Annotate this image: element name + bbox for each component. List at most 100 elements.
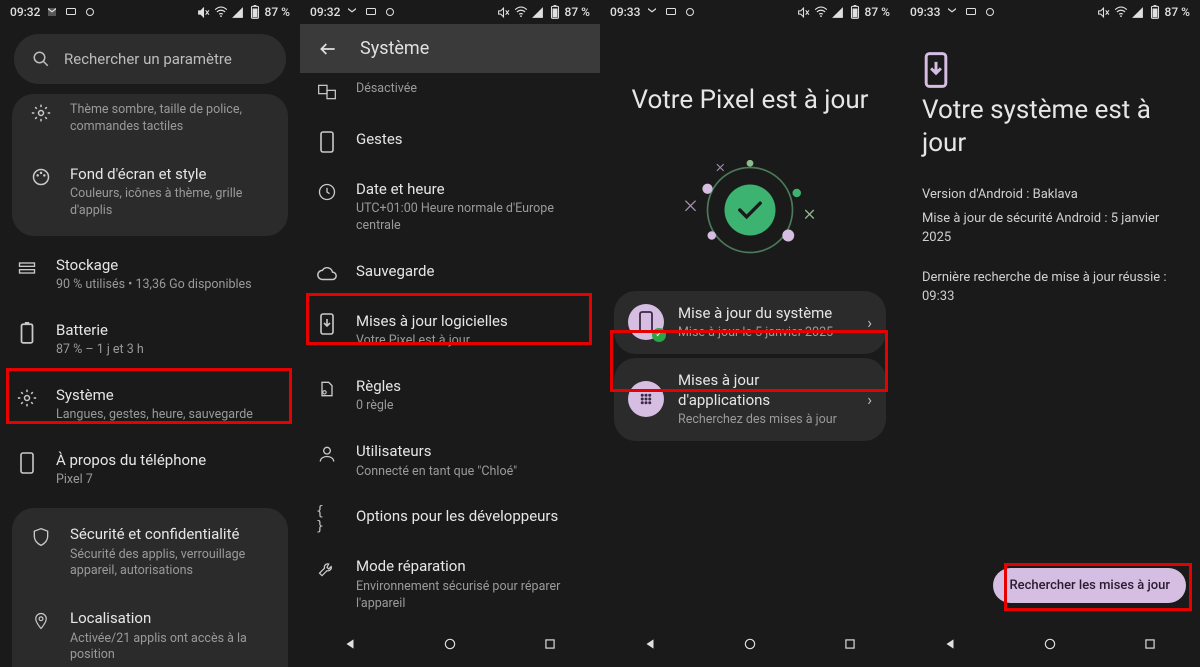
about-sub: Pixel 7 [56,472,284,489]
gmail-icon [645,5,659,19]
gmail-icon [45,5,59,19]
panel-system-update-detail: 09:33 87 % Votre système est à jour Vers… [900,0,1200,667]
camera-icon [83,5,97,19]
item-battery[interactable]: Batterie 87 % – 1 j et 3 h [0,307,300,372]
status-battery-pct: 87 % [565,5,590,19]
mute-icon [197,5,211,19]
back-arrow-icon[interactable] [318,39,338,59]
panel-system: 09:32 87 % Système Désactivée Gestes [300,0,600,667]
nav-recents[interactable] [541,635,559,653]
camera-icon [683,5,697,19]
wallpaper-sub: Couleurs, icônes à thème, grille d'appli… [70,186,270,220]
security-patch: Mise à jour de sécurité Android : 5 janv… [900,207,1200,250]
camera-icon [383,5,397,19]
item-sw-updates[interactable]: Mises à jour logicielles Votre Pixel est… [300,298,600,363]
chevron-right-icon: › [867,313,872,332]
status-time: 09:32 [10,5,40,19]
check-badge-icon: ✓ [652,328,666,342]
android-version: Version d'Android : Baklava [900,183,1200,207]
sysupdate-sub: Mise à jour le 5 janvier 2025 [678,325,853,342]
battery-icon [848,5,862,19]
item-datetime[interactable]: Date et heure UTC+01:00 Heure normale d'… [300,166,600,248]
phone-icon [16,452,38,474]
nav-recents[interactable] [841,635,859,653]
wallpaper-title: Fond d'écran et style [70,164,270,184]
users-sub: Connecté en tant que "Chloé" [356,464,584,481]
status-bar: 09:33 87 % [600,0,900,24]
item-gestures[interactable]: Gestes [300,116,600,166]
rules-sub: 0 règle [356,398,584,415]
nav-home[interactable] [741,635,759,653]
battery-title: Batterie [56,320,284,340]
status-bar: 09:32 87 % [300,0,600,24]
item-dev-options[interactable]: { } Options pour les développeurs [300,493,600,543]
translate-sub: Désactivée [356,81,584,98]
nav-home[interactable] [1041,635,1059,653]
message-icon [364,5,378,19]
battery-sub: 87 % – 1 j et 3 h [56,342,284,359]
status-battery-pct: 87 % [1165,5,1190,19]
mute-icon [497,5,511,19]
nav-home[interactable] [441,635,459,653]
updates-sub: Votre Pixel est à jour [356,333,584,350]
system-header: Système [300,24,600,73]
signal-icon [1131,5,1145,19]
status-battery-pct: 87 % [265,5,290,19]
camera-icon [983,5,997,19]
about-title: À propos du téléphone [56,450,284,470]
status-time: 09:33 [610,5,640,19]
wifi-icon [814,5,828,19]
nav-back[interactable] [941,635,959,653]
phone-download-icon: ✓ [628,304,664,340]
signal-icon [831,5,845,19]
screenshot-row: 09:32 87 % Rechercher un paramètre Thème… [0,0,1200,667]
rules-icon [316,378,338,400]
security-sub: Sécurité des applis, verrouillage appare… [70,547,270,581]
message-icon [64,5,78,19]
repair-sub: Environnement sécurisé pour réparer l'ap… [356,579,584,613]
location-title: Localisation [70,608,270,628]
item-about[interactable]: À propos du téléphone Pixel 7 [0,437,300,502]
item-users[interactable]: Utilisateurs Connecté en tant que "Chloé… [300,428,600,493]
download-icon [316,313,338,335]
card-app-updates[interactable]: Mises à jour d'applications Recherchez d… [614,358,886,441]
page-title: Système [360,38,429,59]
sysupdate-title: Mise à jour du système [678,303,853,323]
panel-settings-main: 09:32 87 % Rechercher un paramètre Thème… [0,0,300,667]
item-security[interactable]: Sécurité et confidentialité Sécurité des… [12,510,288,594]
cloud-icon [316,263,338,285]
phone-download-large-icon [922,52,954,84]
wifi-icon [514,5,528,19]
display-sub: Thème sombre, taille de police, commande… [70,102,270,136]
card-system-update[interactable]: ✓ Mise à jour du système Mise à jour le … [614,291,886,354]
item-translate-partial[interactable]: Désactivée [300,73,600,116]
search-settings[interactable]: Rechercher un paramètre [14,34,286,84]
nav-recents[interactable] [1141,635,1159,653]
item-repair[interactable]: Mode réparation Environnement sécurisé p… [300,543,600,621]
item-wallpaper[interactable]: Fond d'écran et style Couleurs, icônes à… [12,150,288,234]
check-updates-button[interactable]: Rechercher les mises à jour [993,568,1186,603]
appupdate-sub: Recherchez des mises à jour [678,412,853,429]
datetime-sub: UTC+01:00 Heure normale d'Europe central… [356,201,584,235]
item-storage[interactable]: Stockage 90 % utilisés • 13,36 Go dispon… [0,242,300,307]
nav-back[interactable] [341,635,359,653]
item-location[interactable]: Localisation Activée/21 applis ont accès… [12,594,288,667]
panel-updates: 09:33 87 % Votre Pixel est à jour [600,0,900,667]
item-display-partial[interactable]: Thème sombre, taille de police, commande… [12,96,288,150]
signal-icon [531,5,545,19]
item-backup[interactable]: Sauvegarde [300,248,600,298]
location-sub: Activée/21 applis ont accès à la positio… [70,631,270,665]
battery-icon [548,5,562,19]
status-bar: 09:33 87 % [900,0,1200,24]
palette-icon [30,166,52,188]
nav-back[interactable] [641,635,659,653]
item-rules[interactable]: Règles 0 règle [300,363,600,428]
translate-icon [316,81,338,103]
signal-icon [231,5,245,19]
updates-page-title: Votre Pixel est à jour [600,24,900,127]
item-system[interactable]: Système Langues, gestes, heure, sauvegar… [0,372,300,437]
gear-icon [30,102,52,124]
gmail-icon [345,5,359,19]
nav-bar [900,621,1200,667]
gesture-icon [316,131,338,153]
